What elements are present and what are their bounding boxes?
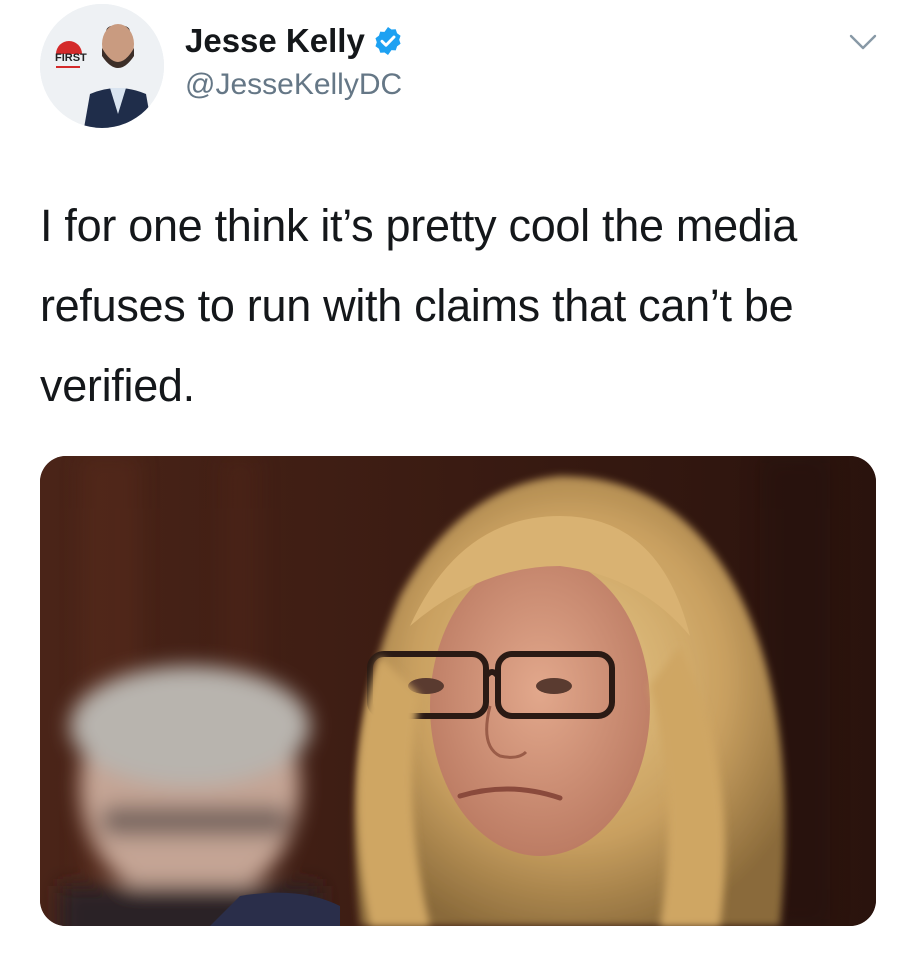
svg-text:FIRST: FIRST <box>55 52 87 64</box>
author-avatar[interactable]: FIRST <box>40 4 164 128</box>
author-handle[interactable]: @JesseKellyDC <box>185 68 402 102</box>
tweet-text: I for one think it’s pretty cool the med… <box>40 200 797 411</box>
author-name[interactable]: Jesse Kelly <box>185 22 404 60</box>
photo-image <box>40 456 876 926</box>
verified-badge-icon <box>375 27 401 55</box>
display-name-text: Jesse Kelly <box>185 22 365 59</box>
chevron-down-icon[interactable] <box>848 32 878 52</box>
avatar-image: FIRST <box>40 4 164 128</box>
tweet-media-photo[interactable] <box>40 456 876 926</box>
